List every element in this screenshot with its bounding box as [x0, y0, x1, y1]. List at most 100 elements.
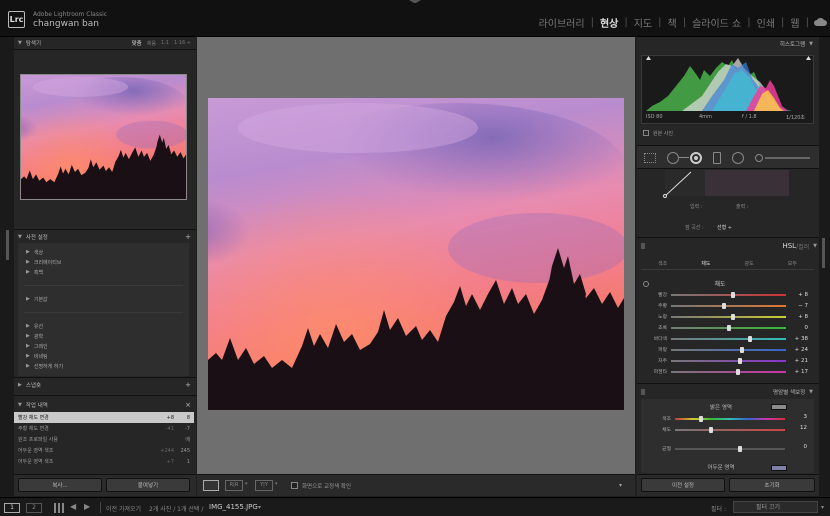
hsl-slider-knob[interactable] — [731, 291, 736, 298]
module-library[interactable]: 라이브러리 — [538, 15, 586, 30]
hsl-slider-value[interactable]: + 8 — [794, 314, 808, 320]
crop-tool-icon[interactable] — [644, 153, 656, 163]
before-after-icon[interactable]: R|R — [225, 480, 243, 491]
split-hue-value[interactable]: 3 — [791, 414, 808, 420]
hsl-tab-hue[interactable]: 색조 — [641, 258, 684, 269]
split-hue-slider[interactable] — [675, 418, 785, 420]
hsl-slider-track[interactable] — [671, 368, 786, 375]
hsl-slider-value[interactable]: + 17 — [794, 369, 808, 375]
split-sat-slider[interactable] — [675, 429, 785, 431]
snapshots-header[interactable]: ▶ 스냅숏 + — [14, 380, 194, 390]
hsl-slider-value[interactable]: + 21 — [794, 358, 808, 364]
shadows-swatch[interactable] — [771, 465, 787, 471]
before-after-swap-icon[interactable]: Y|Y — [255, 480, 273, 491]
balance-knob[interactable] — [738, 446, 742, 452]
module-map[interactable]: 지도 — [633, 15, 653, 30]
panel-toggle-top[interactable] — [409, 0, 421, 3]
history-row[interactable]: 빨강 채도 변경 +8 8 — [14, 412, 194, 423]
hsl-slider-value[interactable]: + 24 — [794, 347, 808, 353]
radial-filter-icon[interactable] — [732, 152, 744, 164]
navigator-preview[interactable] — [21, 75, 186, 199]
split-toning-header[interactable]: 명암별 색보정 ▼ — [637, 387, 817, 397]
history-row[interactable]: 어두운 영역 색조 +244 245 — [14, 445, 194, 456]
hsl-tab-all[interactable]: 모두 — [771, 258, 814, 269]
preset-group[interactable]: ▶ 기본값 — [18, 294, 189, 304]
hsl-slider-knob[interactable] — [726, 324, 731, 331]
hsl-slider-value[interactable]: + 38 — [794, 336, 808, 342]
preset-group[interactable]: ▶ 비네팅 — [18, 351, 189, 361]
toolbar-menu-arrow-icon[interactable]: ▾ — [619, 482, 622, 489]
paste-button[interactable]: 붙여넣기 — [106, 478, 190, 492]
previous-settings-button[interactable]: 이전 설정 — [641, 478, 725, 492]
add-preset-icon[interactable]: + — [185, 233, 191, 241]
balance-value[interactable]: 0 — [791, 444, 808, 450]
panel-switch-icon[interactable] — [641, 243, 645, 249]
tone-curve-graph[interactable] — [664, 170, 789, 197]
hsl-slider-knob[interactable] — [721, 302, 726, 309]
hsl-slider-track[interactable] — [671, 346, 786, 353]
clear-history-icon[interactable]: × — [185, 401, 191, 409]
dropdown-arrow-icon[interactable]: ▾ — [245, 481, 248, 487]
hsl-slider-knob[interactable] — [748, 335, 753, 342]
module-develop[interactable]: 현상 — [599, 15, 619, 30]
preset-group[interactable]: ▶ 크리에이티브 — [18, 257, 189, 267]
hsl-tab-saturation[interactable]: 채도 — [684, 258, 727, 269]
left-panel-handle[interactable] — [6, 230, 9, 260]
copy-button[interactable]: 복사... — [18, 478, 102, 492]
hsl-slider-knob[interactable] — [731, 313, 736, 320]
zoom-custom[interactable]: 1:16 ÷ — [174, 40, 191, 46]
hsl-slider-row[interactable]: 파랑 + 24 — [641, 344, 814, 355]
history-header[interactable]: ▼ 작업 내역 × — [14, 400, 194, 410]
panel-switch-icon[interactable] — [641, 389, 645, 395]
hsl-slider-track[interactable] — [671, 324, 786, 331]
graduated-filter-icon[interactable] — [713, 152, 721, 164]
loupe-view-icon[interactable] — [203, 480, 219, 491]
hsl-slider-knob[interactable] — [738, 357, 742, 364]
target-adjust-icon[interactable] — [643, 281, 649, 287]
hsl-slider-row[interactable]: 빨강 + 8 — [641, 289, 814, 300]
hsl-slider-track[interactable] — [671, 302, 786, 309]
navigator-header[interactable]: ▼ 탐색기 맞춤 채움 1:1 1:16 ÷ — [14, 38, 194, 48]
histogram[interactable]: ISO 80 4mm f / 1.8 1/120초 — [641, 55, 814, 124]
screen-2-button[interactable]: 2 — [26, 503, 42, 513]
split-sat-knob[interactable] — [709, 427, 713, 433]
zoom-fit[interactable]: 맞춤 — [132, 39, 142, 47]
hsl-header[interactable]: HSL / 컬러 ▼ — [637, 241, 817, 251]
hsl-slider-track[interactable] — [671, 357, 786, 364]
module-web[interactable]: 웹 — [789, 15, 800, 30]
main-photo[interactable] — [208, 98, 624, 410]
hsl-slider-row[interactable]: 노랑 + 8 — [641, 311, 814, 322]
presets-header[interactable]: ▼ 사전 설정 + — [14, 232, 194, 242]
right-panel-handle[interactable] — [822, 238, 825, 268]
source-label[interactable]: 이전 가져오기 — [106, 504, 141, 513]
hsl-slider-value[interactable]: − 7 — [794, 303, 808, 309]
hsl-slider-knob[interactable] — [740, 346, 745, 353]
preset-group[interactable]: ▶ 광학 — [18, 331, 189, 341]
preset-group[interactable]: ▶ 흑백 — [18, 267, 189, 277]
hsl-tab-luminance[interactable]: 광도 — [728, 258, 771, 269]
soft-proof-checkbox[interactable] — [291, 482, 298, 489]
forward-arrow-icon[interactable]: ▶ — [84, 502, 90, 511]
hsl-slider-row[interactable]: 자주 + 21 — [641, 355, 814, 366]
back-arrow-icon[interactable]: ◀ — [70, 502, 76, 511]
filename-dropdown-icon[interactable]: ▾ — [258, 504, 261, 511]
hsl-slider-row[interactable]: 주황 − 7 — [641, 300, 814, 311]
hsl-slider-row[interactable]: 초록 0 — [641, 322, 814, 333]
history-row[interactable]: 어두운 영역 색조 +7 1 — [14, 456, 194, 467]
split-sat-value[interactable]: 12 — [791, 425, 807, 431]
history-row[interactable]: 원조 프로파일 사용 에 — [14, 434, 194, 445]
preset-group[interactable]: ▶ 유선 — [18, 321, 189, 331]
dropdown-arrow-icon[interactable]: ▾ — [275, 481, 278, 487]
color-title[interactable]: 컬러 — [798, 242, 809, 251]
spot-removal-icon[interactable] — [667, 152, 679, 164]
hsl-slider-value[interactable]: + 8 — [794, 292, 808, 298]
original-photo-checkbox[interactable] — [643, 130, 649, 136]
grid-view-icon[interactable] — [54, 503, 64, 513]
module-book[interactable]: 책 — [667, 15, 678, 30]
balance-slider[interactable] — [675, 448, 785, 450]
cloud-icon[interactable] — [814, 18, 827, 26]
filmstrip-toggle-icon[interactable]: ▾ — [821, 504, 824, 511]
highlights-swatch[interactable] — [771, 404, 787, 410]
hsl-slider-value[interactable]: 0 — [794, 325, 809, 331]
hsl-slider-row[interactable]: 마젠타 + 17 — [641, 366, 814, 377]
